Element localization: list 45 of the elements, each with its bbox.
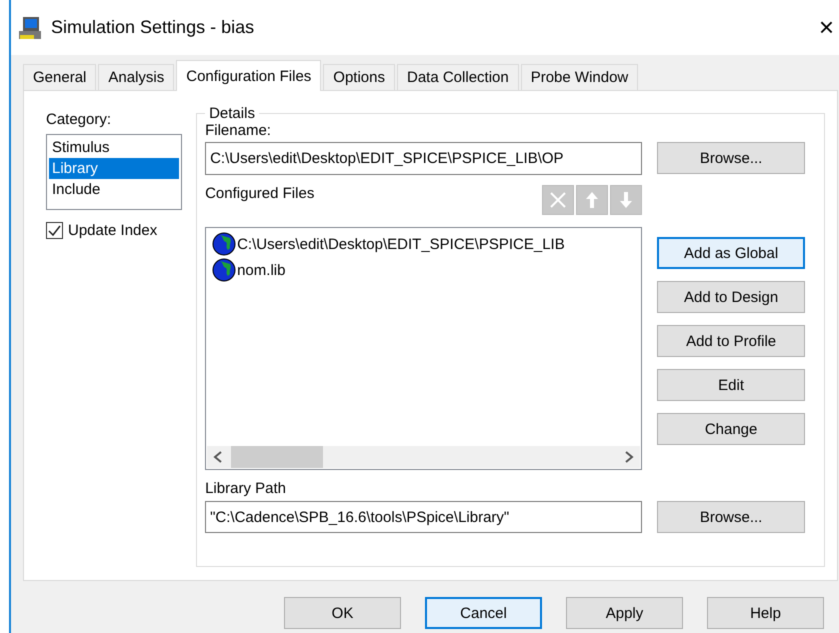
tab[interactable]: Data Collection: [397, 64, 519, 91]
down-arrow-icon: [618, 190, 634, 210]
action-button[interactable]: Add to Profile: [657, 325, 806, 357]
browse-button[interactable]: Browse...: [657, 501, 806, 533]
library-path-field[interactable]: "C:\Cadence\SPB_16.6\tools\PSpice\Library": [205, 501, 642, 533]
tab[interactable]: General: [23, 64, 96, 91]
app-icon: [17, 14, 43, 40]
filename-field[interactable]: C:\Users\edit\Desktop\EDIT_SPICE\PSPICE_LIB\OP: [205, 142, 642, 175]
chevron-right-icon[interactable]: [624, 451, 634, 463]
window-title: Simulation Settings - bias: [51, 17, 256, 38]
group-legend: Details: [205, 105, 259, 122]
globe-icon: [212, 258, 236, 282]
action-button[interactable]: Add to Design: [657, 281, 806, 313]
close-icon: [548, 190, 568, 210]
configured-files-label: Configured Files: [205, 185, 314, 202]
tab[interactable]: Options: [323, 64, 395, 91]
close-button[interactable]: ×: [814, 12, 838, 43]
checkbox[interactable]: [46, 222, 63, 239]
file-item[interactable]: nom.lib: [237, 262, 286, 278]
file-item[interactable]: C:\Users\edit\Desktop\EDIT_SPICE\PSPICE_LIB: [237, 236, 565, 252]
category-item[interactable]: Include: [49, 179, 180, 200]
action-button[interactable]: Change: [657, 413, 806, 445]
delete-button[interactable]: [542, 185, 574, 215]
action-button[interactable]: Edit: [657, 369, 806, 401]
category-item[interactable]: Stimulus: [49, 137, 180, 158]
library-path-label: Library Path: [205, 480, 287, 497]
dialog-button[interactable]: Cancel: [425, 597, 542, 629]
up-arrow-icon: [584, 190, 600, 210]
chevron-left-icon[interactable]: [213, 451, 224, 463]
tab[interactable]: Configuration Files: [176, 60, 322, 91]
browse-button[interactable]: Browse...: [657, 142, 806, 174]
checkbox-label: Update Index: [68, 222, 158, 239]
horizontal-scrollbar[interactable]: [207, 446, 640, 468]
dialog-button[interactable]: Apply: [566, 597, 683, 629]
dialog-button[interactable]: OK: [284, 597, 401, 629]
filename-label: Filename:: [205, 122, 272, 139]
action-button[interactable]: Add as Global: [657, 237, 806, 269]
dialog-button[interactable]: Help: [707, 597, 824, 629]
tab[interactable]: Probe Window: [520, 64, 638, 91]
move-down-button[interactable]: [610, 185, 642, 215]
tab[interactable]: Analysis: [98, 64, 174, 91]
category-item[interactable]: Library: [49, 158, 180, 179]
globe-icon: [212, 232, 236, 256]
category-label: Category:: [46, 111, 112, 128]
move-up-button[interactable]: [576, 185, 608, 215]
